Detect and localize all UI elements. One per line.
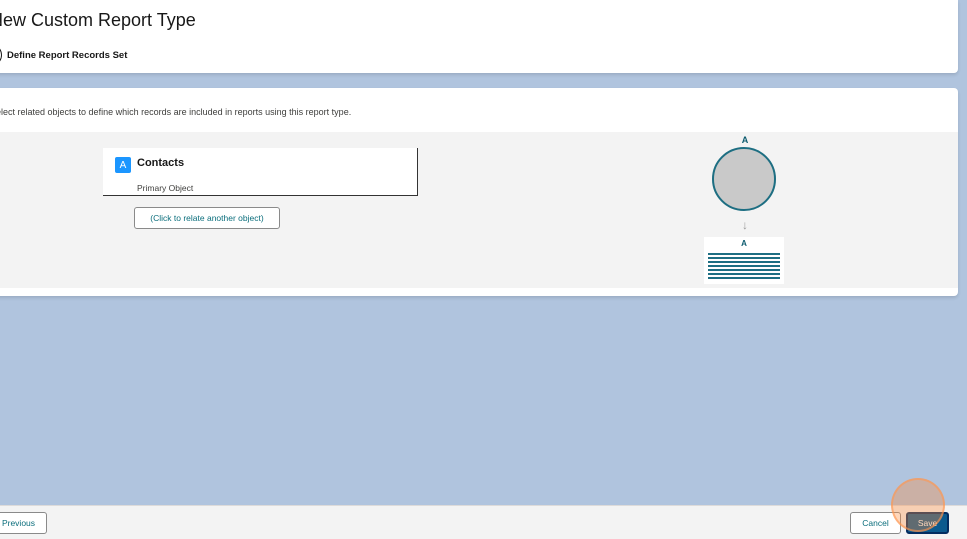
- record-row-line: [708, 253, 780, 255]
- step-indicator: 2 Define Report Records Set: [0, 44, 127, 66]
- page-title: New Custom Report Type: [0, 10, 196, 30]
- primary-object-box: A Contacts Primary Object: [103, 148, 418, 196]
- footer-bar: Previous Cancel Save: [0, 505, 967, 539]
- record-row-line: [708, 257, 780, 259]
- header-card: New Custom Report Type 2 Define Report R…: [0, 0, 958, 73]
- record-row-line: [708, 261, 780, 263]
- diagram-table-letter: A: [741, 239, 747, 248]
- diagram-record-rows: [708, 253, 780, 281]
- relationship-diagram: A ↓ A: [704, 132, 802, 288]
- diagram-circle-letter: A: [741, 135, 749, 145]
- record-row-line: [708, 269, 780, 271]
- step-label: Define Report Records Set: [7, 49, 128, 61]
- previous-button[interactable]: Previous: [0, 512, 47, 534]
- primary-object-label: Primary Object: [137, 183, 194, 193]
- record-row-line: [708, 277, 780, 279]
- object-relationship-area: A Contacts Primary Object (Click to rela…: [0, 132, 958, 288]
- instructions-text: Select related objects to define which r…: [0, 107, 352, 117]
- cancel-button[interactable]: Cancel: [850, 512, 901, 534]
- object-letter-badge: A: [115, 157, 131, 173]
- arrow-down-icon: ↓: [742, 218, 748, 232]
- main-card: Select related objects to define which r…: [0, 88, 958, 296]
- record-row-line: [708, 265, 780, 267]
- primary-object-name: Contacts: [137, 157, 185, 169]
- step-number-badge: 2: [0, 44, 2, 66]
- save-button[interactable]: Save: [906, 512, 949, 534]
- relate-another-object-button[interactable]: (Click to relate another object): [134, 207, 280, 229]
- diagram-object-circle: [712, 147, 776, 211]
- diagram-records-table: A: [704, 237, 784, 284]
- record-row-line: [708, 273, 780, 275]
